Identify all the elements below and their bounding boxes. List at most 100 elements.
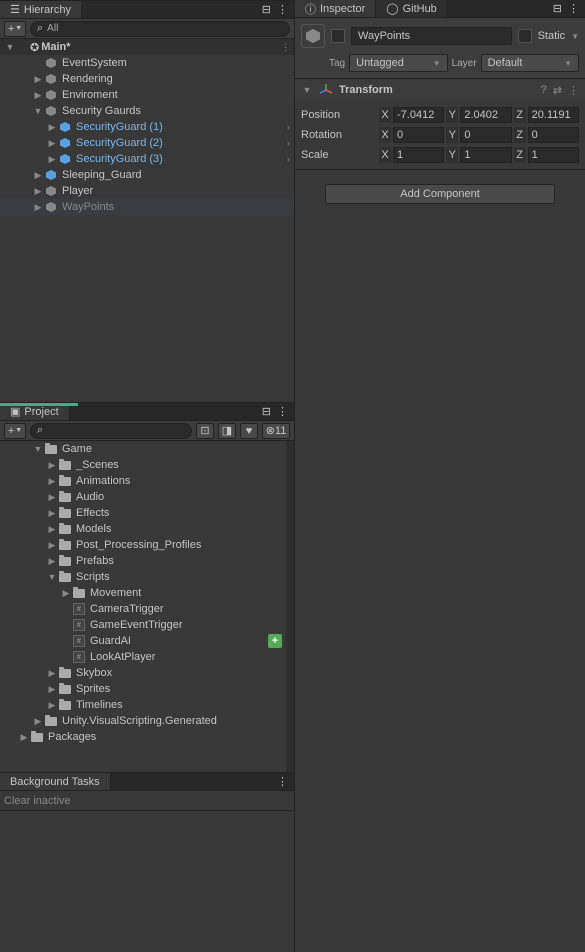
search-by-label-button[interactable]: ◨	[218, 423, 236, 439]
position-y-field[interactable]: 2.0402	[460, 107, 511, 123]
scale-x-field[interactable]: 1	[393, 147, 444, 163]
project-item[interactable]: Post_Processing_Profiles	[0, 537, 286, 553]
project-item[interactable]: Prefabs	[0, 553, 286, 569]
project-item[interactable]: Models	[0, 521, 286, 537]
hierarchy-search[interactable]: ⌕ All	[30, 21, 290, 37]
tasks-tab[interactable]: Background Tasks	[0, 773, 111, 790]
expand-icon[interactable]	[46, 476, 58, 487]
project-item[interactable]: #LookAtPlayer	[0, 649, 286, 665]
github-tab[interactable]: ◯ GitHub	[376, 0, 448, 17]
layer-dropdown[interactable]: Default ▼	[481, 54, 579, 72]
hierarchy-tab[interactable]: ☰ Hierarchy	[0, 1, 82, 18]
expand-icon[interactable]	[46, 668, 58, 679]
object-icon[interactable]	[301, 24, 325, 48]
project-item[interactable]: Animations	[0, 473, 286, 489]
position-x-field[interactable]: -7.0412	[393, 107, 444, 123]
project-item[interactable]: #GuardAI+	[0, 633, 286, 649]
scene-row[interactable]: ✪ Main* ⋮	[0, 39, 294, 55]
rotation-x-field[interactable]: 0	[393, 127, 444, 143]
project-item[interactable]: Scripts	[0, 569, 286, 585]
project-item[interactable]: Effects	[0, 505, 286, 521]
menu-icon[interactable]: ⋮	[568, 2, 579, 15]
clear-inactive-button[interactable]: Clear inactive	[4, 795, 71, 807]
project-item[interactable]: Skybox	[0, 665, 286, 681]
expand-icon[interactable]	[301, 85, 313, 95]
add-icon[interactable]: +	[268, 634, 282, 648]
menu-icon[interactable]: ⋮	[277, 405, 288, 418]
project-item[interactable]: Packages	[0, 729, 286, 745]
expand-icon[interactable]	[46, 508, 58, 519]
expand-icon[interactable]	[46, 524, 58, 535]
hierarchy-item[interactable]: Sleeping_Guard	[0, 167, 294, 183]
static-checkbox[interactable]	[518, 29, 532, 43]
object-name-field[interactable]: WayPoints	[351, 27, 512, 45]
expand-icon[interactable]	[46, 492, 58, 503]
expand-icon[interactable]	[46, 540, 58, 551]
hierarchy-item[interactable]: WayPoints	[0, 199, 294, 215]
hierarchy-item[interactable]: EventSystem	[0, 55, 294, 71]
menu-icon[interactable]: ⋮	[277, 3, 288, 16]
expand-icon[interactable]	[18, 732, 30, 743]
expand-icon[interactable]	[32, 170, 44, 181]
menu-icon[interactable]: ⋮	[277, 775, 288, 788]
rotation-z-field[interactable]: 0	[528, 127, 579, 143]
expand-icon[interactable]	[46, 684, 58, 695]
static-dropdown-icon[interactable]: ▼	[571, 32, 579, 41]
project-item[interactable]: Timelines	[0, 697, 286, 713]
create-button[interactable]: +▼	[4, 21, 26, 37]
expand-icon[interactable]	[32, 90, 44, 101]
inspector-tab[interactable]: ⓘ Inspector	[295, 0, 376, 17]
expand-icon[interactable]	[32, 74, 44, 85]
create-button[interactable]: +▼	[4, 423, 26, 439]
project-item[interactable]: #GameEventTrigger	[0, 617, 286, 633]
preset-icon[interactable]: ⇄	[553, 84, 562, 97]
hidden-count-button[interactable]: ⊗11	[262, 423, 290, 439]
project-item[interactable]: Unity.VisualScripting.Generated	[0, 713, 286, 729]
transform-header[interactable]: Transform ? ⇄ ⋮	[295, 79, 585, 101]
expand-icon[interactable]	[32, 716, 44, 727]
expand-icon[interactable]	[32, 186, 44, 197]
expand-icon[interactable]	[46, 122, 58, 133]
project-item[interactable]: Sprites	[0, 681, 286, 697]
menu-icon[interactable]: ⋮	[568, 84, 579, 97]
hierarchy-item[interactable]: Rendering	[0, 71, 294, 87]
project-search[interactable]: ⌕	[30, 423, 192, 439]
project-item[interactable]: Movement	[0, 585, 286, 601]
active-checkbox[interactable]	[331, 29, 345, 43]
expand-icon[interactable]	[46, 700, 58, 711]
hierarchy-item[interactable]: Security Gaurds	[0, 103, 294, 119]
project-item[interactable]: #CameraTrigger	[0, 601, 286, 617]
search-by-type-button[interactable]: ⊡	[196, 423, 214, 439]
tag-dropdown[interactable]: Untagged ▼	[349, 54, 447, 72]
expand-icon[interactable]	[60, 588, 72, 599]
hierarchy-item[interactable]: Player	[0, 183, 294, 199]
hierarchy-item[interactable]: SecurityGuard (1)›	[0, 119, 294, 135]
project-item[interactable]: _Scenes	[0, 457, 286, 473]
expand-icon[interactable]	[46, 138, 58, 149]
hierarchy-item[interactable]: SecurityGuard (3)›	[0, 151, 294, 167]
project-item[interactable]: Game	[0, 441, 286, 457]
hierarchy-item[interactable]: Enviroment	[0, 87, 294, 103]
lock-icon[interactable]: ⊟	[262, 405, 271, 418]
expand-icon[interactable]	[46, 572, 58, 582]
scale-y-field[interactable]: 1	[460, 147, 511, 163]
position-z-field[interactable]: 20.1191	[528, 107, 579, 123]
lock-icon[interactable]: ⊟	[262, 3, 271, 16]
lock-icon[interactable]: ⊟	[553, 2, 562, 15]
expand-icon[interactable]	[46, 154, 58, 165]
save-search-button[interactable]: ♥	[240, 423, 258, 439]
expand-icon[interactable]	[32, 106, 44, 116]
hierarchy-item[interactable]: SecurityGuard (2)›	[0, 135, 294, 151]
expand-icon[interactable]	[32, 444, 44, 454]
add-component-button[interactable]: Add Component	[325, 184, 555, 204]
scene-menu-icon[interactable]: ⋮	[281, 42, 290, 53]
expand-icon[interactable]	[46, 556, 58, 567]
expand-icon[interactable]	[4, 42, 16, 52]
help-icon[interactable]: ?	[541, 84, 547, 96]
project-item[interactable]: Audio	[0, 489, 286, 505]
expand-icon[interactable]	[46, 460, 58, 471]
rotation-y-field[interactable]: 0	[460, 127, 511, 143]
expand-icon[interactable]	[32, 202, 44, 213]
scrollbar[interactable]	[286, 441, 294, 772]
scale-z-field[interactable]: 1	[528, 147, 579, 163]
